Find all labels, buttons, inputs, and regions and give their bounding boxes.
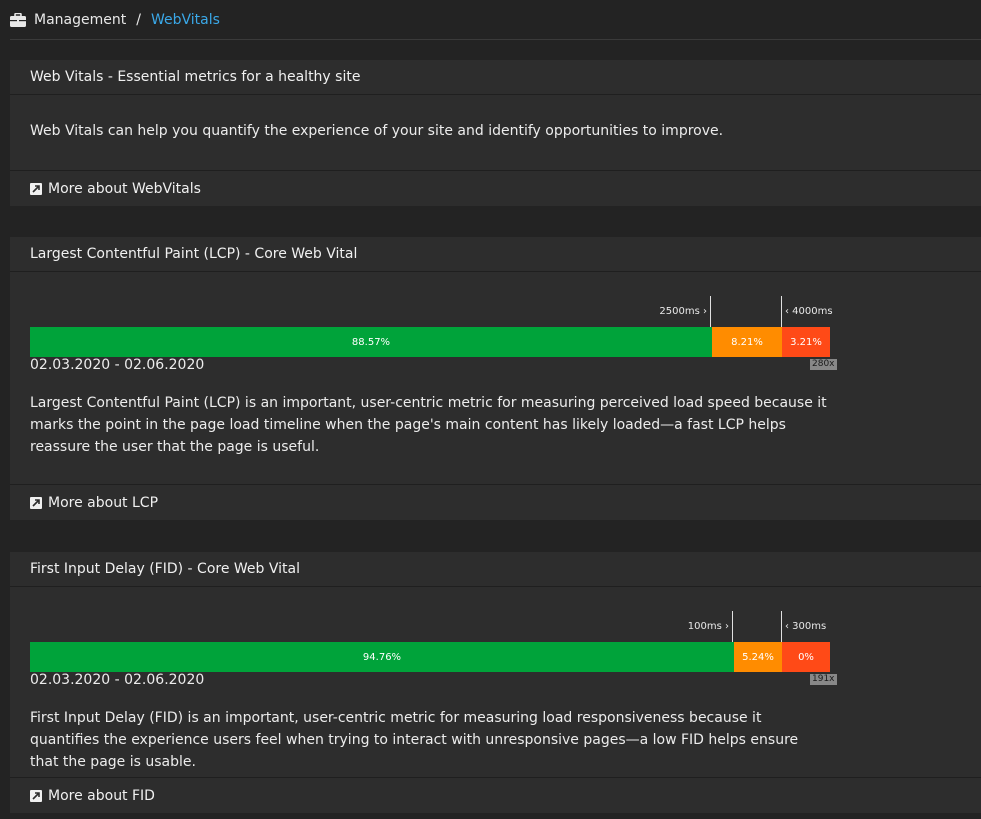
lcp-sample-count: 280x	[810, 359, 837, 370]
fid-poor-segment[interactable]: 0%	[782, 642, 830, 672]
more-about-fid-link[interactable]: More about FID	[30, 788, 155, 804]
lcp-panel: Largest Contentful Paint (LCP) - Core We…	[10, 237, 981, 520]
fid-sample-count: 191x	[810, 674, 837, 685]
intro-title: Web Vitals - Essential metrics for a hea…	[10, 60, 981, 95]
more-about-fid-label: More about FID	[48, 787, 155, 804]
more-about-lcp-label: More about LCP	[48, 494, 159, 511]
fid-improve-segment[interactable]: 5.24%	[734, 642, 782, 672]
fid-good-segment[interactable]: 94.76%	[30, 642, 734, 672]
breadcrumb-root[interactable]: Management	[34, 12, 126, 28]
lcp-good-segment[interactable]: 88.57%	[30, 327, 712, 357]
breadcrumb-current[interactable]: WebVitals	[151, 12, 220, 28]
lcp-threshold-poor: ‹ 4000ms	[785, 306, 833, 317]
breadcrumb-separator: /	[136, 11, 141, 28]
intro-footer: More about WebVitals	[10, 170, 981, 206]
lcp-threshold-poor-line	[781, 296, 782, 327]
more-about-webvitals-label: More about WebVitals	[48, 180, 201, 197]
intro-panel: Web Vitals - Essential metrics for a hea…	[10, 60, 981, 206]
intro-text: Web Vitals can help you quantify the exp…	[30, 123, 724, 139]
breadcrumb: Management / WebVitals	[10, 0, 981, 40]
fid-description: First Input Delay (FID) is an important,…	[30, 710, 799, 770]
fid-footer: More about FID	[10, 777, 981, 813]
fid-threshold-good-line	[732, 611, 733, 642]
external-link-icon	[30, 496, 42, 509]
external-link-icon	[30, 182, 42, 195]
fid-threshold-poor-line	[781, 611, 782, 642]
briefcase-icon	[10, 12, 26, 27]
lcp-date-range: 02.03.2020 - 02.06.2020	[30, 357, 205, 373]
fid-title: First Input Delay (FID) - Core Web Vital	[10, 552, 981, 587]
lcp-poor-segment[interactable]: 3.21%	[782, 327, 830, 357]
lcp-distribution-bar: 88.57% 8.21% 3.21%	[30, 327, 830, 357]
lcp-footer: More about LCP	[10, 484, 981, 520]
lcp-title: Largest Contentful Paint (LCP) - Core We…	[10, 237, 981, 272]
fid-panel: First Input Delay (FID) - Core Web Vital…	[10, 552, 981, 813]
fid-date-range: 02.03.2020 - 02.06.2020	[30, 672, 205, 688]
more-about-lcp-link[interactable]: More about LCP	[30, 495, 158, 511]
external-link-icon	[30, 789, 42, 802]
lcp-threshold-good-line	[710, 296, 711, 327]
fid-distribution-bar: 94.76% 5.24% 0%	[30, 642, 830, 672]
lcp-description: Largest Contentful Paint (LCP) is an imp…	[30, 395, 827, 455]
more-about-webvitals-link[interactable]: More about WebVitals	[30, 181, 201, 197]
fid-threshold-poor: ‹ 300ms	[785, 621, 827, 632]
lcp-threshold-good: 2500ms ›	[659, 306, 707, 317]
lcp-improve-segment[interactable]: 8.21%	[712, 327, 782, 357]
fid-threshold-good: 100ms ›	[687, 621, 729, 632]
